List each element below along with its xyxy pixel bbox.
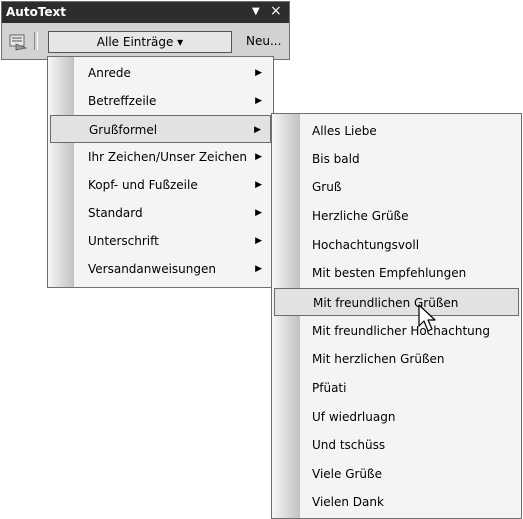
- submenu-arrow-icon: ▶: [255, 180, 262, 190]
- submenu-item[interactable]: Bis bald: [272, 145, 521, 173]
- grussformel-submenu: Alles Liebe Bis bald Gruß Herzliche Grüß…: [271, 113, 522, 519]
- submenu-item[interactable]: Viele Grüße: [272, 460, 521, 488]
- menu-item-unterschrift[interactable]: Unterschrift ▶: [48, 227, 273, 255]
- submenu-item[interactable]: Mit besten Empfehlungen: [272, 259, 521, 287]
- menu-item-label: Kopf- und Fußzeile: [88, 178, 198, 192]
- submenu-item[interactable]: Herzliche Grüße: [272, 202, 521, 230]
- menu-item-betreffzeile[interactable]: Betreffzeile ▶: [48, 87, 273, 115]
- menu-item-anrede[interactable]: Anrede ▶: [48, 59, 273, 87]
- menu-item-label: Standard: [88, 206, 143, 220]
- submenu-arrow-icon: ▶: [255, 152, 262, 162]
- menu-item-grussformel[interactable]: Grußformel ▶: [50, 115, 271, 143]
- close-icon[interactable]: ×: [270, 3, 282, 19]
- submenu-item[interactable]: Mit herzlichen Grüßen: [272, 345, 521, 373]
- mouse-pointer-icon: [418, 304, 436, 332]
- submenu-item[interactable]: Pfüati: [272, 374, 521, 402]
- submenu-arrow-icon: ▶: [255, 236, 262, 246]
- menu-item-label: Versandanweisungen: [88, 262, 216, 276]
- toolbar-separator: [34, 32, 38, 50]
- submenu-arrow-icon: ▶: [255, 96, 262, 106]
- submenu-item[interactable]: Und tschüss: [272, 431, 521, 459]
- submenu-item[interactable]: Hochachtungsvoll: [272, 231, 521, 259]
- menu-item-label: Grußformel: [89, 123, 158, 137]
- toolbar-titlebar[interactable]: AutoText ▼ ×: [2, 2, 289, 23]
- menu-item-label: Betreffzeile: [88, 94, 157, 108]
- submenu-item-selected[interactable]: Mit freundlichen Grüßen: [274, 288, 519, 316]
- submenu-item[interactable]: Gruß: [272, 173, 521, 201]
- menu-item-label: Ihr Zeichen/Unser Zeichen: [88, 150, 247, 164]
- submenu-item[interactable]: Mit freundlicher Hochachtung: [272, 317, 521, 345]
- menu-item-label: Anrede: [88, 66, 131, 80]
- submenu-arrow-icon: ▶: [254, 125, 261, 135]
- menu-item-standard[interactable]: Standard ▶: [48, 199, 273, 227]
- menu-item-ihr-zeichen[interactable]: Ihr Zeichen/Unser Zeichen ▶: [48, 143, 273, 171]
- all-entries-button[interactable]: Alle Einträge ▾: [48, 31, 232, 53]
- toolbar-options-icon[interactable]: ▼: [252, 6, 260, 17]
- submenu-arrow-icon: ▶: [255, 208, 262, 218]
- toolbar-title: AutoText: [6, 5, 67, 19]
- submenu-item[interactable]: Vielen Dank: [272, 488, 521, 516]
- autotext-category-menu: Anrede ▶ Betreffzeile ▶ Grußformel ▶ Ihr…: [47, 56, 274, 288]
- submenu-arrow-icon: ▶: [255, 68, 262, 78]
- submenu-arrow-icon: ▶: [255, 264, 262, 274]
- toolbar-row: Alle Einträge ▾ Neu...: [2, 23, 289, 59]
- submenu-item[interactable]: Uf wiedrluagn: [272, 403, 521, 431]
- menu-item-label: Unterschrift: [88, 234, 159, 248]
- submenu-item[interactable]: Alles Liebe: [272, 117, 521, 145]
- autotext-icon[interactable]: [8, 32, 28, 52]
- menu-item-kopf-und-fusszeile[interactable]: Kopf- und Fußzeile ▶: [48, 171, 273, 199]
- autotext-toolbar: AutoText ▼ × Alle Einträge ▾ Neu...: [1, 1, 290, 60]
- menu-item-versandanweisungen[interactable]: Versandanweisungen ▶: [48, 255, 273, 283]
- new-entry-button[interactable]: Neu...: [246, 31, 286, 53]
